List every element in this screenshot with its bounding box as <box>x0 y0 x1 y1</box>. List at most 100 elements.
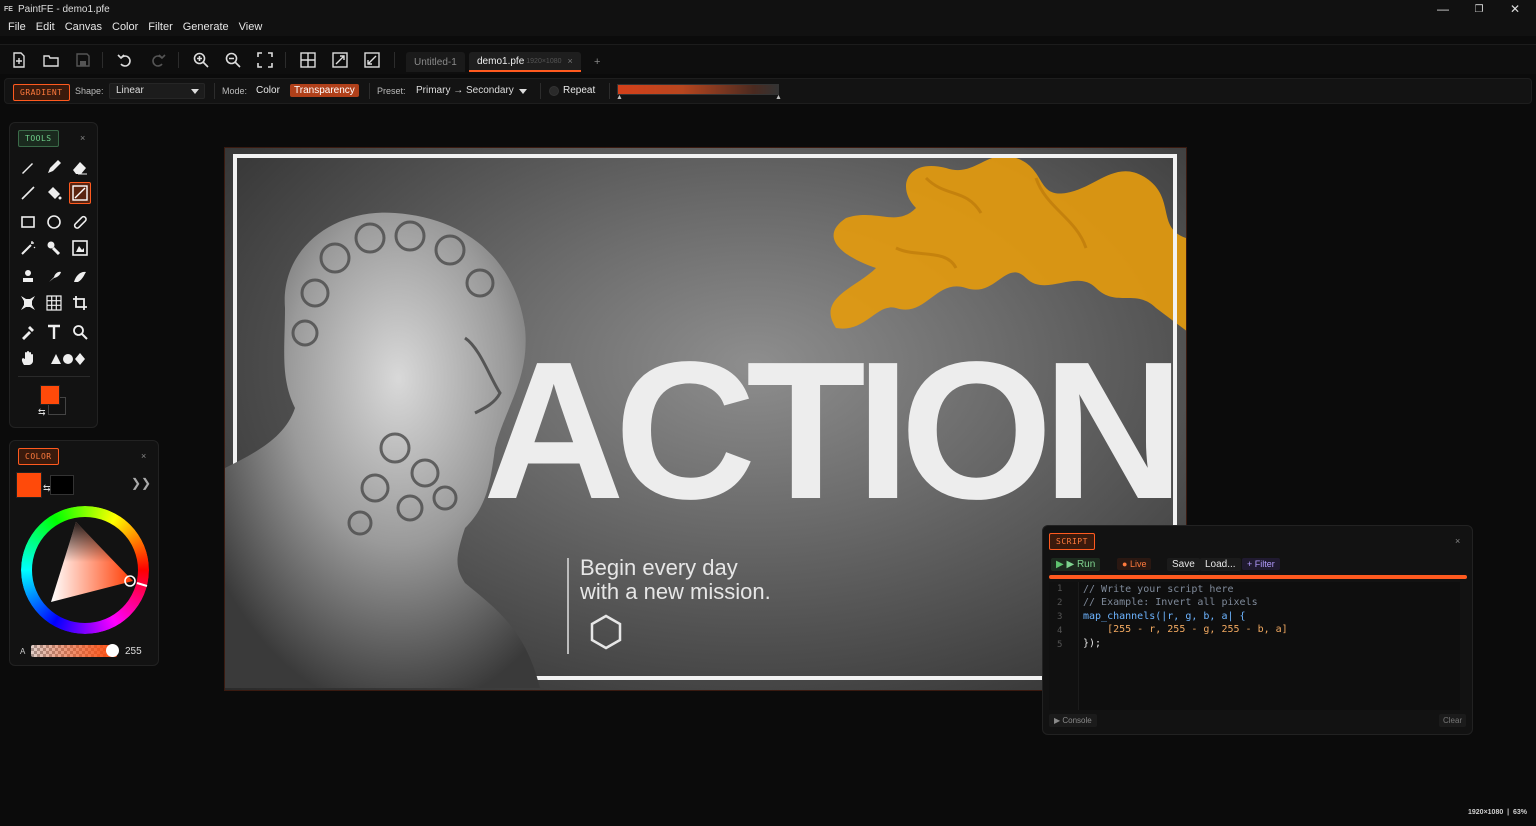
magic-wand-icon[interactable] <box>17 237 39 259</box>
menu-file[interactable]: File <box>8 21 26 33</box>
resize-canvas-icon[interactable] <box>362 51 382 69</box>
ellipse-icon[interactable] <box>43 211 65 233</box>
line-icon[interactable] <box>17 182 39 204</box>
rectangle-icon[interactable] <box>17 211 39 233</box>
alpha-slider-handle[interactable] <box>106 644 119 657</box>
magnifier-icon[interactable] <box>69 321 91 343</box>
maximize-button[interactable]: ❐ <box>1461 0 1497 18</box>
zoom-in-icon[interactable] <box>191 51 211 69</box>
live-toggle[interactable]: ● Live <box>1117 558 1152 570</box>
load-script-button[interactable]: Load... <box>1200 558 1241 571</box>
eraser-icon[interactable] <box>69 156 91 178</box>
gradient-preview-bar[interactable] <box>617 84 779 95</box>
perspective-icon[interactable] <box>17 292 39 314</box>
script-panel-close-icon[interactable]: × <box>1455 536 1460 546</box>
main-toolbar: Untitled-1 demo1.pfe 1920×1080 × + <box>0 44 1536 74</box>
run-button[interactable]: ▶ ▶ Run <box>1051 558 1101 571</box>
alpha-slider[interactable] <box>31 645 117 657</box>
options-separator <box>369 83 370 99</box>
menu-bar: File Edit Canvas Color Filter Generate V… <box>0 18 1536 36</box>
tab-untitled-1[interactable]: Untitled-1 <box>406 52 465 72</box>
mesh-icon[interactable] <box>43 292 65 314</box>
hand-icon[interactable] <box>17 347 39 369</box>
line-number: 5 <box>1057 640 1063 650</box>
color-panel-close-icon[interactable]: × <box>141 451 146 461</box>
grid-icon[interactable] <box>298 51 318 69</box>
clear-button[interactable]: Clear <box>1439 714 1467 727</box>
content-fill-icon[interactable] <box>69 237 91 259</box>
shapes-icon[interactable] <box>48 347 88 369</box>
preset-select[interactable]: Primary → Secondary <box>409 83 533 99</box>
brush-icon[interactable] <box>17 156 39 178</box>
tools-panel-close-icon[interactable]: × <box>80 133 85 143</box>
minimize-button[interactable]: — <box>1425 0 1461 18</box>
gradient-icon[interactable] <box>69 182 91 204</box>
mode-transparency-option[interactable]: Transparency <box>290 84 359 97</box>
alpha-value[interactable]: 255 <box>125 646 142 657</box>
tool-options-bar: GRADIENT Shape: Linear Mode: Color Trans… <box>4 78 1532 104</box>
tab-label: Untitled-1 <box>414 56 457 68</box>
chevron-down-icon <box>519 89 527 94</box>
save-script-button[interactable]: Save <box>1167 558 1200 571</box>
add-filter-button[interactable]: + Filter <box>1242 558 1280 570</box>
code-line: [255 - r, 255 - g, 255 - b, a] <box>1083 624 1288 635</box>
smudge-icon[interactable] <box>43 266 65 288</box>
primary-color-swatch[interactable] <box>16 472 42 498</box>
resize-image-icon[interactable] <box>330 51 350 69</box>
primary-color-swatch[interactable] <box>40 385 60 405</box>
code-editor[interactable]: 1 2 3 4 5 // Write your script here // E… <box>1049 582 1460 710</box>
bandage-icon[interactable] <box>69 211 91 233</box>
color-wheel[interactable] <box>21 506 149 634</box>
undo-icon[interactable] <box>115 51 135 69</box>
tab-label: demo1.pfe <box>477 55 525 67</box>
code-line: map_channels(|r, g, b, a| { <box>1083 611 1246 622</box>
new-file-icon[interactable] <box>9 51 29 69</box>
pencil-icon[interactable] <box>43 156 65 178</box>
tab-close-icon[interactable]: × <box>568 56 573 66</box>
color-panel: COLOR × ⇆ ❯❯ A 255 <box>9 440 159 666</box>
code-line: }); <box>1083 638 1102 649</box>
toolbar-separator <box>285 52 286 68</box>
redo-icon[interactable] <box>148 51 168 69</box>
clone-icon[interactable] <box>43 237 65 259</box>
tools-divider <box>18 376 90 377</box>
add-tab-button[interactable]: + <box>594 56 600 68</box>
script-panel: SCRIPT × ▶ ▶ Run ● Live Save Load... + F… <box>1042 525 1473 735</box>
app-logo: FE <box>4 5 13 13</box>
fill-bucket-icon[interactable] <box>43 182 65 204</box>
liquify-icon[interactable] <box>69 266 91 288</box>
swap-colors-icon[interactable]: ⇆ <box>38 407 46 418</box>
crop-icon[interactable] <box>69 292 91 314</box>
menu-color[interactable]: Color <box>112 21 138 33</box>
text-icon[interactable] <box>43 321 65 343</box>
preset-value: Primary → Secondary <box>416 85 514 96</box>
menu-view[interactable]: View <box>239 21 263 33</box>
menu-canvas[interactable]: Canvas <box>65 21 102 33</box>
stamp-icon[interactable] <box>17 266 39 288</box>
secondary-color-swatch[interactable] <box>50 475 74 495</box>
console-toggle[interactable]: ▶ Console <box>1049 714 1097 727</box>
gradient-stop-left-icon[interactable]: ▲ <box>616 94 623 101</box>
swap-colors-icon[interactable]: ⇆ <box>43 483 51 494</box>
close-window-button[interactable]: ✕ <box>1497 0 1533 18</box>
fit-screen-icon[interactable] <box>255 51 275 69</box>
repeat-checkbox[interactable] <box>549 86 559 96</box>
tagline-line-1: Begin every day <box>580 555 738 580</box>
tool-badge: GRADIENT <box>13 84 70 101</box>
repeat-label: Repeat <box>563 85 596 96</box>
expand-panel-icon[interactable]: ❯❯ <box>131 476 151 490</box>
tab-demo1[interactable]: demo1.pfe 1920×1080 × <box>469 52 581 72</box>
gradient-stop-right-icon[interactable]: ▲ <box>775 94 782 101</box>
menu-filter[interactable]: Filter <box>148 21 172 33</box>
zoom-out-icon[interactable] <box>223 51 243 69</box>
menu-generate[interactable]: Generate <box>183 21 229 33</box>
canvas-headline: ACTION <box>483 321 1184 540</box>
eyedropper-icon[interactable] <box>17 321 39 343</box>
canvas-tagline: Begin every day with a new mission. <box>580 556 771 604</box>
save-icon[interactable] <box>73 51 93 69</box>
menu-edit[interactable]: Edit <box>36 21 55 33</box>
mode-color-option[interactable]: Color <box>256 85 280 96</box>
shape-select[interactable]: Linear <box>109 83 205 99</box>
line-number: 3 <box>1057 612 1063 622</box>
open-folder-icon[interactable] <box>41 51 61 69</box>
